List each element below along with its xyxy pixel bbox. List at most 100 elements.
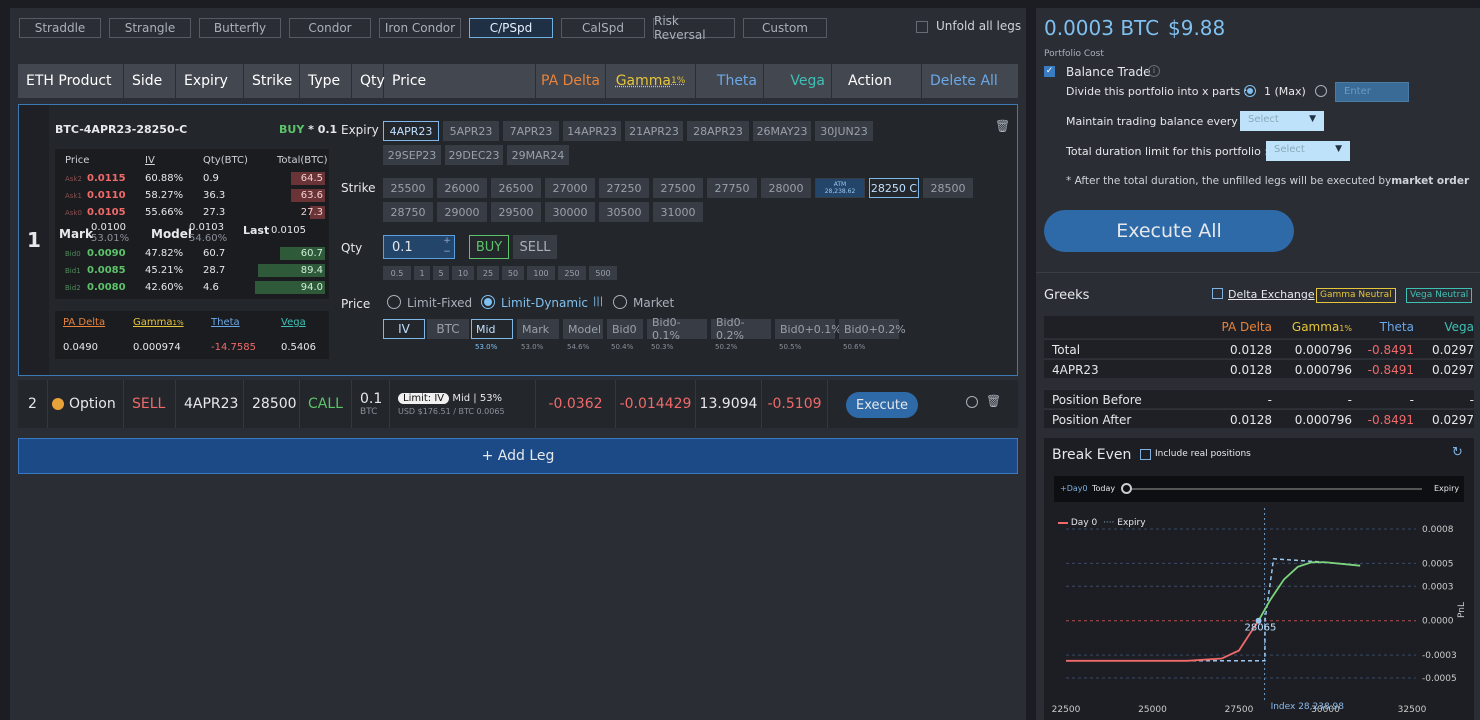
- price-basis-btc[interactable]: BTC: [427, 319, 469, 339]
- strike-chip-28500[interactable]: 28500: [923, 178, 973, 198]
- qty-preset-500[interactable]: 500: [589, 266, 617, 280]
- price-ref-bid001[interactable]: Bid0-0.1%: [647, 316, 707, 342]
- strategy-tab-butterfly[interactable]: Butterfly: [199, 18, 281, 38]
- strategy-tab-ironcondor[interactable]: Iron Condor: [379, 18, 461, 38]
- expiry-chip-14apr23[interactable]: 14APR23: [563, 121, 621, 141]
- price-mode-radio-limit-fixed[interactable]: [387, 295, 401, 309]
- strategy-tab-straddle[interactable]: Straddle: [19, 18, 101, 38]
- strategy-tab-cpspd[interactable]: C/PSpd: [469, 18, 553, 38]
- leg2-side: SELL: [124, 380, 176, 428]
- disable-icon[interactable]: [966, 396, 978, 408]
- leg-greeks: PA Delta Gamma 1% Theta Vega 0.0490 0.000…: [55, 311, 329, 359]
- strategy-tab-condor[interactable]: Condor: [289, 18, 371, 38]
- greeks-h-gamma: Gamma1%: [1280, 320, 1352, 334]
- duration-note-bold: market order: [1391, 175, 1470, 187]
- expiry-chip-5apr23[interactable]: 5APR23: [443, 121, 499, 141]
- price-ref-mark[interactable]: Mark: [517, 319, 559, 339]
- strike-chip-26500[interactable]: 26500: [491, 178, 541, 198]
- sell-button[interactable]: SELL: [513, 235, 557, 259]
- strike-chip-27750[interactable]: 27750: [707, 178, 757, 198]
- add-leg-button[interactable]: + Add Leg: [18, 438, 1018, 474]
- cost-usd: $9.88: [1168, 16, 1226, 40]
- qty-increment[interactable]: +: [440, 236, 454, 247]
- strike-chip-30000[interactable]: 30000: [545, 202, 595, 222]
- slider-handle[interactable]: [1121, 483, 1132, 494]
- gamma-neutral-button[interactable]: Gamma Neutral: [1316, 288, 1396, 303]
- strike-chip-28000[interactable]: 28000: [761, 178, 811, 198]
- delete-leg-icon[interactable]: 🗑: [995, 119, 1010, 133]
- strategy-tab-calspd[interactable]: CalSpd: [561, 18, 645, 38]
- price-mode-radio-market[interactable]: [613, 295, 627, 309]
- strike-chip-27000[interactable]: 27000: [545, 178, 595, 198]
- expiry-chip-4apr23[interactable]: 4APR23: [383, 121, 439, 141]
- expiry-chip-30jun23[interactable]: 30JUN23: [815, 121, 873, 141]
- price-ref-bid0[interactable]: Bid0: [607, 319, 643, 339]
- qty-preset-1[interactable]: 1: [414, 266, 430, 280]
- info-icon[interactable]: i: [1148, 65, 1160, 77]
- expiry-chip-29dec23[interactable]: 29DEC23: [445, 145, 503, 165]
- expiry-chip-21apr23[interactable]: 21APR23: [625, 121, 683, 141]
- strike-chip-29000[interactable]: 29000: [437, 202, 487, 222]
- price-ref-model[interactable]: Model: [563, 319, 603, 339]
- strike-chip-25500[interactable]: 25500: [383, 178, 433, 198]
- balance-trade-checkbox[interactable]: ✓: [1044, 66, 1055, 77]
- strike-chip-27500[interactable]: 27500: [653, 178, 703, 198]
- break-even-title: Break Even: [1052, 447, 1132, 463]
- delete-icon[interactable]: 🗑: [986, 394, 1001, 408]
- qty-preset-100[interactable]: 100: [527, 266, 555, 280]
- qty-preset-25[interactable]: 25: [477, 266, 499, 280]
- expiry-chip-29sep23[interactable]: 29SEP23: [383, 145, 441, 165]
- expiry-chip-26may23[interactable]: 26MAY23: [753, 121, 811, 141]
- qty-decrement[interactable]: −: [440, 247, 454, 258]
- strategy-tab-strangle[interactable]: Strangle: [109, 18, 191, 38]
- break-even-chart: 0.0008 0.0005 0.0003 0.0000 -0.0003 -0.0005 22…: [1052, 508, 1467, 715]
- strike-chip-27250[interactable]: 27250: [599, 178, 649, 198]
- strike-chip-29500[interactable]: 29500: [491, 202, 541, 222]
- price-ref-bid002[interactable]: Bid0+0.2%: [839, 319, 906, 339]
- ask-total: 63.6: [300, 190, 323, 201]
- price-mode-label: Market: [633, 296, 675, 310]
- price-ref-bid001[interactable]: Bid0+0.1%: [775, 319, 842, 339]
- bid-total: 60.7: [300, 248, 323, 259]
- qty-preset-10[interactable]: 10: [452, 266, 474, 280]
- execute-leg-button[interactable]: Execute: [846, 392, 918, 418]
- strike-chip-30500[interactable]: 30500: [599, 202, 649, 222]
- execute-all-button[interactable]: Execute All: [1044, 210, 1294, 252]
- expiry-chip-28apr23[interactable]: 28APR23: [687, 121, 749, 141]
- instrument-name: BTC-4APR23-28250-C: [55, 123, 188, 136]
- qty-preset-0.5[interactable]: 0.5: [383, 266, 411, 280]
- qty-preset-5[interactable]: 5: [433, 266, 449, 280]
- grid-icon[interactable]: |||: [593, 296, 603, 307]
- price-ref-bid002[interactable]: Bid0-0.2%: [711, 316, 771, 342]
- vega-neutral-button[interactable]: Vega Neutral: [1406, 288, 1473, 303]
- price-mode-radio-limit-dynamic[interactable]: [481, 295, 495, 309]
- strike-chip-selected[interactable]: 28250 C: [869, 178, 919, 198]
- delete-all-button[interactable]: Delete All: [922, 64, 1018, 98]
- greeks-cell: 0.0128: [1230, 413, 1272, 427]
- strike-chip-28750[interactable]: 28750: [383, 202, 433, 222]
- unfold-checkbox[interactable]: [916, 21, 928, 33]
- strike-chip-26000[interactable]: 26000: [437, 178, 487, 198]
- qty-preset-250[interactable]: 250: [558, 266, 586, 280]
- price-basis-iv[interactable]: IV: [383, 319, 425, 339]
- maintain-select[interactable]: Select ▼: [1240, 111, 1324, 131]
- duration-select[interactable]: Select ▼: [1266, 141, 1350, 161]
- divide-max-radio[interactable]: [1244, 85, 1256, 97]
- divide-custom-radio[interactable]: [1315, 85, 1327, 97]
- strategy-tab-custom[interactable]: Custom: [743, 18, 827, 38]
- strategy-tab-riskreversal[interactable]: Risk Reversal: [653, 14, 735, 42]
- expiry-chip-7apr23[interactable]: 7APR23: [503, 121, 559, 141]
- ob-h-price: Price: [65, 155, 90, 166]
- ask-price: 0.0105: [87, 207, 126, 218]
- include-real-checkbox[interactable]: [1140, 449, 1151, 460]
- price-ref-mid[interactable]: Mid: [471, 319, 513, 339]
- refresh-icon[interactable]: ↻: [1452, 445, 1463, 460]
- buy-button[interactable]: BUY: [469, 235, 509, 259]
- divide-input[interactable]: Enter: [1335, 82, 1409, 102]
- qty-input[interactable]: 0.1 + −: [383, 235, 455, 259]
- expiry-chip-29mar24[interactable]: 29MAR24: [507, 145, 569, 165]
- qty-preset-50[interactable]: 50: [502, 266, 524, 280]
- delta-exchange-checkbox[interactable]: [1212, 288, 1223, 299]
- strike-chip-31000[interactable]: 31000: [653, 202, 703, 222]
- greeks-h-gamma-sub: 1%: [1339, 324, 1352, 333]
